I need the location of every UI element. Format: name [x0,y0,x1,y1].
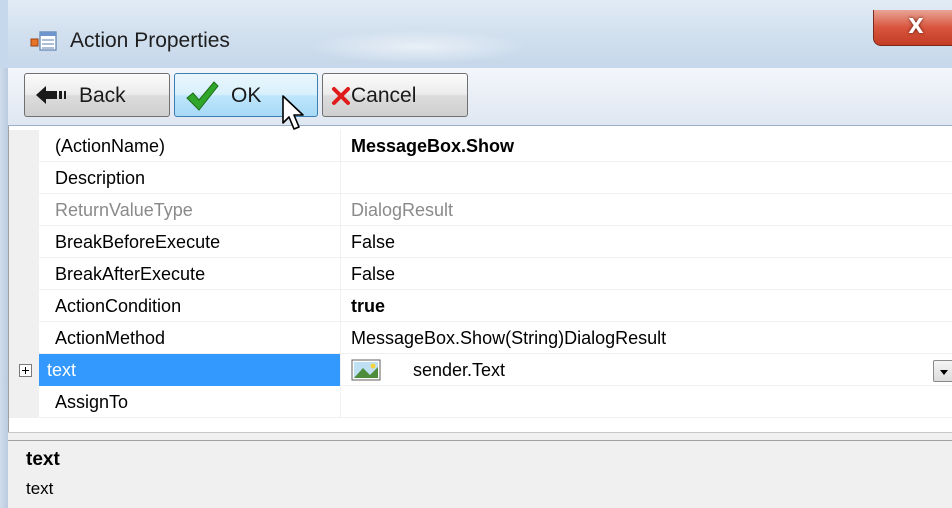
property-name: ActionCondition [39,290,341,322]
window-frame-left [0,68,8,508]
property-value[interactable]: MessageBox.Show [343,130,952,162]
expand-plus-icon[interactable] [19,364,32,377]
property-grid: (ActionName) MessageBox.Show Description… [8,126,952,432]
property-value[interactable]: true [343,290,952,322]
cancel-button-label: Cancel [351,84,417,107]
property-row-assign-to[interactable]: AssignTo [9,386,952,418]
property-value[interactable] [343,386,952,418]
property-value-editor[interactable]: sender.Text [343,354,952,386]
red-x-icon [332,87,350,105]
row-gutter [9,354,39,386]
description-title: text [26,449,60,470]
property-row-description[interactable]: Description [9,162,952,194]
close-button[interactable]: X [873,10,952,46]
back-button-label: Back [79,84,126,107]
dropdown-arrow-icon[interactable] [933,360,952,382]
property-value[interactable] [343,162,952,194]
property-name: text [39,354,341,386]
property-row-break-before-execute[interactable]: BreakBeforeExecute False [9,226,952,258]
property-value: DialogResult [351,200,454,220]
row-gutter [9,258,39,290]
grid-splitter[interactable] [8,432,952,440]
property-name: Description [39,162,341,194]
row-gutter [9,162,39,194]
back-arrow-icon [36,86,66,104]
title-bar-glow [308,30,528,64]
toolbar: Back OK Cancel [8,68,952,126]
row-gutter [9,130,39,162]
close-icon: X [908,14,924,38]
property-row-text[interactable]: text sender.Text [9,354,952,386]
property-name: BreakAfterExecute [39,258,341,290]
property-name: AssignTo [39,386,341,418]
row-gutter [9,322,39,354]
mouse-pointer-icon [282,95,304,130]
ok-button-label: OK [231,84,262,107]
property-value: sender.Text [413,360,506,380]
properties-window-icon [30,31,57,51]
row-gutter [9,194,39,226]
property-name: BreakBeforeExecute [39,226,341,258]
property-value[interactable]: False [343,258,952,290]
row-gutter [9,386,39,418]
property-name: ReturnValueType [39,194,341,226]
property-row-action-method[interactable]: ActionMethod MessageBox.Show(String)Dial… [9,322,952,354]
property-row-break-after-execute[interactable]: BreakAfterExecute False [9,258,952,290]
description-text: text [26,479,54,498]
property-row-return-value-type[interactable]: ReturnValueType DialogResult [9,194,952,226]
property-row-action-name[interactable]: (ActionName) MessageBox.Show [9,130,952,162]
row-gutter [9,290,39,322]
property-value[interactable]: MessageBox.Show(String)DialogResult [343,322,952,354]
property-row-action-condition[interactable]: ActionCondition true [9,290,952,322]
description-pane: text text [8,440,952,508]
checkmark-icon [186,81,219,111]
property-name: (ActionName) [39,130,341,162]
window-title: Action Properties [70,29,230,52]
row-gutter [9,226,39,258]
back-button[interactable]: Back [24,73,170,117]
image-value-icon [351,359,381,381]
property-name: ActionMethod [39,322,341,354]
title-bar: Action Properties X [0,0,952,68]
cancel-button[interactable]: Cancel [322,73,468,117]
property-value[interactable]: False [343,226,952,258]
